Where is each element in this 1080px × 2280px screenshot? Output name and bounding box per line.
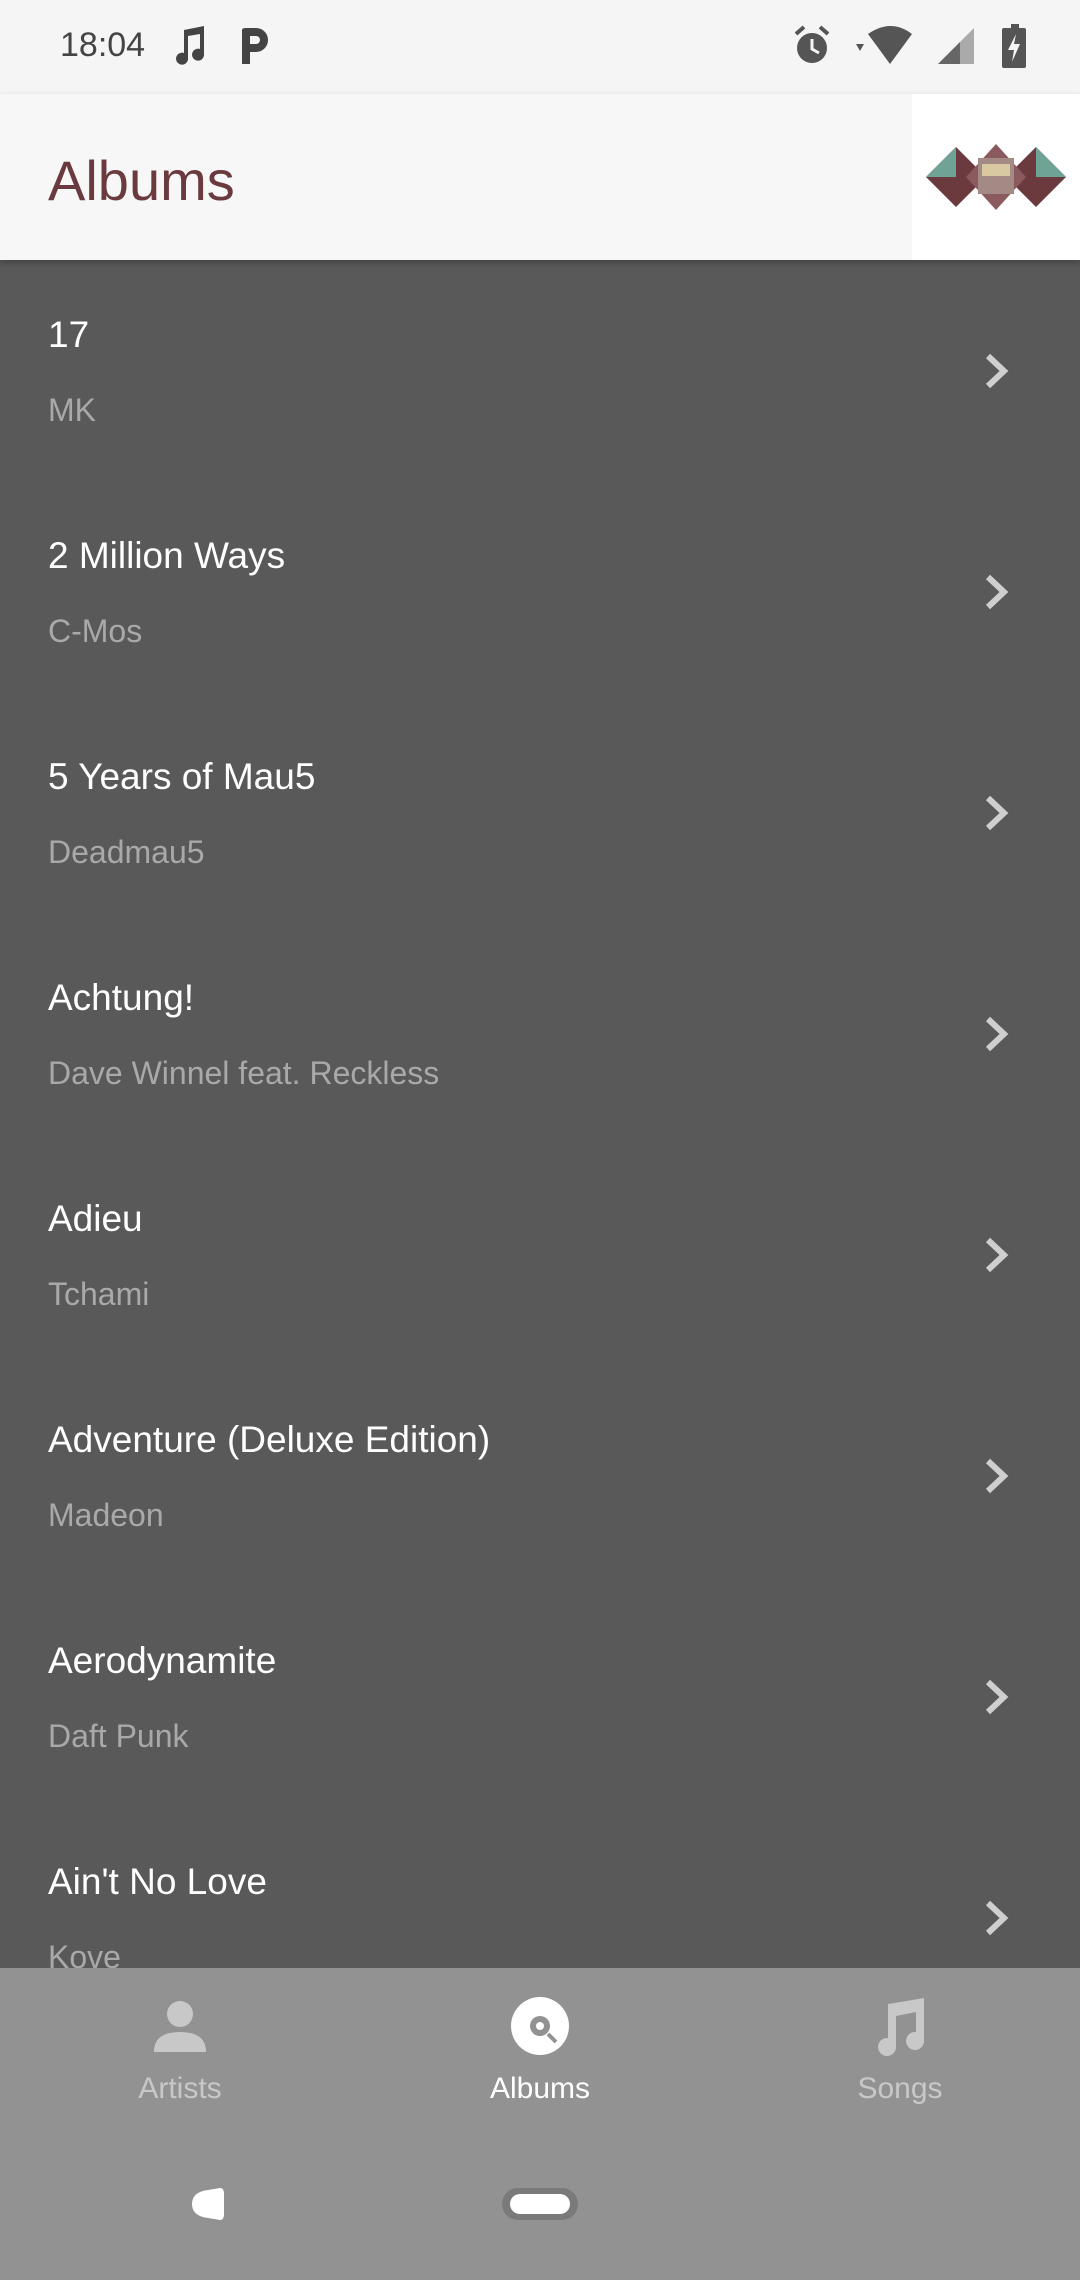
- tab-label: Albums: [489, 2072, 591, 2105]
- list-item[interactable]: 2 Million Ways C-Mos: [0, 481, 1080, 702]
- chevron-right-icon: [985, 353, 1009, 389]
- status-time: 18:04: [60, 26, 146, 64]
- tab-songs[interactable]: Songs: [780, 1994, 1020, 2106]
- tab-artists[interactable]: Artists: [60, 1994, 300, 2106]
- album-title: Achtung!: [48, 977, 195, 1018]
- tab-label: Artists: [138, 2072, 222, 2105]
- album-artwork[interactable]: [912, 94, 1080, 260]
- alarm-icon: [794, 25, 830, 63]
- chevron-right-icon: [985, 1679, 1009, 1715]
- tab-albums[interactable]: Albums: [420, 1994, 660, 2106]
- album-artist: Kove: [48, 1939, 121, 1968]
- system-navigation-bar: [0, 2144, 1080, 2280]
- album-title: Ain't No Love: [48, 1861, 267, 1902]
- album-artist: MK: [48, 392, 96, 428]
- chevron-right-icon: [985, 1900, 1009, 1936]
- list-item[interactable]: Adieu Tchami: [0, 1144, 1080, 1365]
- signal-icon: [938, 28, 974, 64]
- wifi-icon: [856, 26, 912, 64]
- home-pill-icon[interactable]: [500, 2184, 580, 2224]
- chevron-right-icon: [985, 574, 1009, 610]
- album-title: Adventure (Deluxe Edition): [48, 1419, 491, 1460]
- album-artist: Dave Winnel feat. Reckless: [48, 1055, 440, 1091]
- music-note-icon: [878, 1998, 925, 2056]
- bottom-navigation: Artists Albums Songs: [0, 1968, 1080, 2144]
- chevron-right-icon: [985, 1458, 1009, 1494]
- list-item[interactable]: Ain't No Love Kove: [0, 1807, 1080, 1968]
- album-artist: Madeon: [48, 1497, 164, 1533]
- chevron-right-icon: [985, 1016, 1009, 1052]
- battery-charging-icon: [1002, 24, 1026, 68]
- album-title: Adieu: [48, 1198, 143, 1239]
- album-title: 5 Years of Mau5: [48, 756, 316, 797]
- app-bar: Albums: [0, 94, 1080, 260]
- chevron-right-icon: [985, 1237, 1009, 1273]
- album-title: 17: [48, 314, 90, 355]
- tab-label: Songs: [857, 2072, 943, 2105]
- album-title: 2 Million Ways: [48, 535, 286, 576]
- albums-list[interactable]: 17 MK 2 Million Ways C-Mos 5 Years of Ma…: [0, 260, 1080, 1968]
- album-artist: Daft Punk: [48, 1718, 189, 1754]
- parking-icon: [242, 28, 268, 64]
- album-title: Aerodynamite: [48, 1640, 277, 1681]
- back-icon[interactable]: [188, 2184, 228, 2224]
- person-icon: [154, 2001, 206, 2052]
- list-item[interactable]: Adventure (Deluxe Edition) Madeon: [0, 1365, 1080, 1586]
- page-title: Albums: [48, 149, 235, 212]
- album-artist: Tchami: [48, 1276, 150, 1312]
- list-item[interactable]: 5 Years of Mau5 Deadmau5: [0, 702, 1080, 923]
- album-artist: C-Mos: [48, 613, 143, 649]
- list-item[interactable]: 17 MK: [0, 260, 1080, 481]
- chevron-right-icon: [985, 795, 1009, 831]
- album-artwork-icon: [926, 144, 1066, 210]
- list-item[interactable]: Achtung! Dave Winnel feat. Reckless: [0, 923, 1080, 1144]
- list-item[interactable]: Aerodynamite Daft Punk: [0, 1586, 1080, 1807]
- album-artist: Deadmau5: [48, 834, 205, 870]
- disc-icon: [511, 1997, 569, 2055]
- music-note-icon: [176, 26, 205, 65]
- status-bar: 18:04: [0, 0, 1080, 94]
